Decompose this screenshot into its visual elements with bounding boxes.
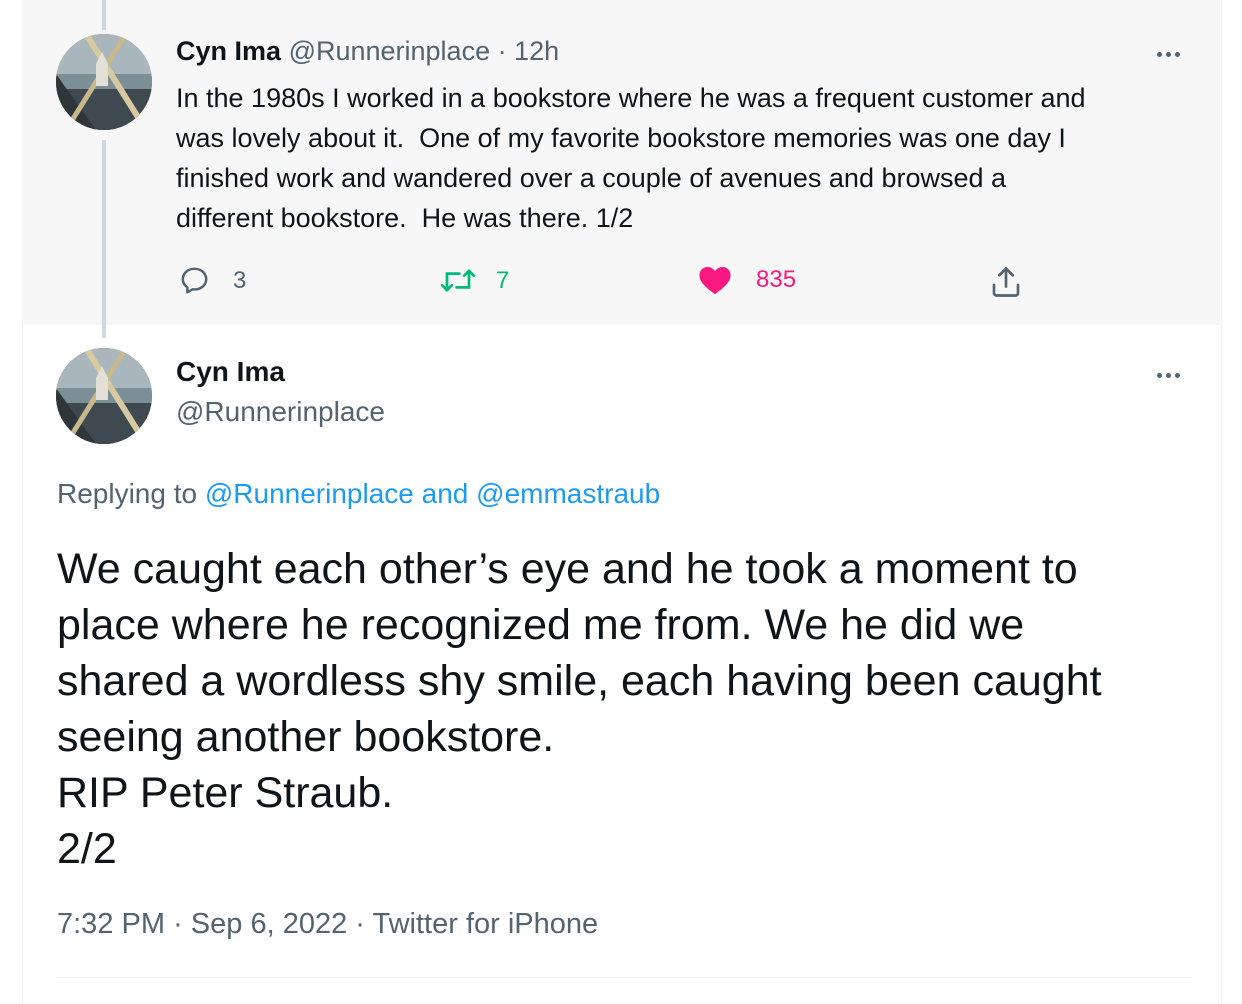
mention-link[interactable]: @emmastraub — [476, 478, 660, 509]
divider — [57, 977, 1192, 978]
like-button[interactable]: 835 — [698, 264, 796, 296]
more-dot — [1165, 51, 1171, 57]
tweet-line: shared a wordless shy smile, each having… — [57, 657, 1102, 705]
more-dot — [1165, 372, 1171, 378]
avatar-photo — [56, 348, 152, 444]
tweet-time[interactable]: 12h — [514, 36, 559, 66]
more-dot — [1156, 372, 1162, 378]
tweet-source[interactable]: Twitter for iPhone — [373, 908, 599, 940]
thread-line-top — [102, 0, 106, 30]
tweet-date[interactable]: Sep 6, 2022 — [191, 908, 347, 940]
share-icon — [992, 267, 1020, 297]
avatar-photo — [56, 34, 152, 130]
thread-line-connector — [102, 140, 106, 338]
more-icon[interactable] — [1148, 44, 1188, 64]
more-icon[interactable] — [1148, 365, 1188, 385]
share-button[interactable] — [988, 264, 1024, 300]
header-separator: · — [497, 36, 507, 66]
more-dot — [1156, 51, 1162, 57]
avatar[interactable] — [56, 348, 152, 444]
replying-and[interactable]: and — [422, 478, 469, 509]
meta-separator: · — [173, 908, 183, 940]
author-name[interactable]: Cyn Ima — [176, 36, 281, 66]
tweet-header: Cyn Ima @Runnerinplace · 12h — [176, 36, 559, 67]
heart-icon — [699, 266, 731, 295]
tweet-meta: 7:32 PM · Sep 6, 2022 · Twitter for iPho… — [57, 908, 598, 941]
author-handle[interactable]: @Runnerinplace — [289, 36, 491, 66]
like-count: 835 — [756, 266, 797, 293]
retweet-count: 7 — [496, 266, 510, 294]
more-dot — [1174, 51, 1180, 57]
mention-link[interactable]: @Runnerinplace — [205, 478, 414, 509]
reply-count: 3 — [233, 266, 247, 294]
tweet-line: We caught each other’s eye and he took a… — [57, 545, 1078, 593]
reply-icon — [181, 267, 208, 294]
tweet-line: RIP Peter Straub. — [57, 769, 394, 817]
tweet-text: We caught each other’s eye and he took a… — [57, 541, 1207, 877]
more-dot — [1174, 372, 1180, 378]
meta-separator: · — [355, 908, 365, 940]
tweet-time[interactable]: 7:32 PM — [57, 908, 165, 940]
author-name[interactable]: Cyn Ima — [176, 356, 285, 388]
replying-prefix: Replying to — [57, 478, 198, 509]
replying-to: Replying to @Runnerinplace and @emmastra… — [57, 478, 660, 510]
tweet-text: In the 1980s I worked in a bookstore whe… — [176, 83, 1086, 233]
author-handle[interactable]: @Runnerinplace — [176, 396, 385, 428]
retweet-icon — [440, 269, 476, 292]
reply-button[interactable]: 3 — [178, 264, 246, 297]
tweet-line: place where he recognized me from. We he… — [57, 601, 1025, 649]
retweet-button[interactable]: 7 — [440, 264, 509, 297]
avatar[interactable] — [56, 34, 152, 130]
tweet-line: seeing another bookstore. — [57, 713, 555, 761]
tweet-line: 2/2 — [57, 825, 117, 873]
